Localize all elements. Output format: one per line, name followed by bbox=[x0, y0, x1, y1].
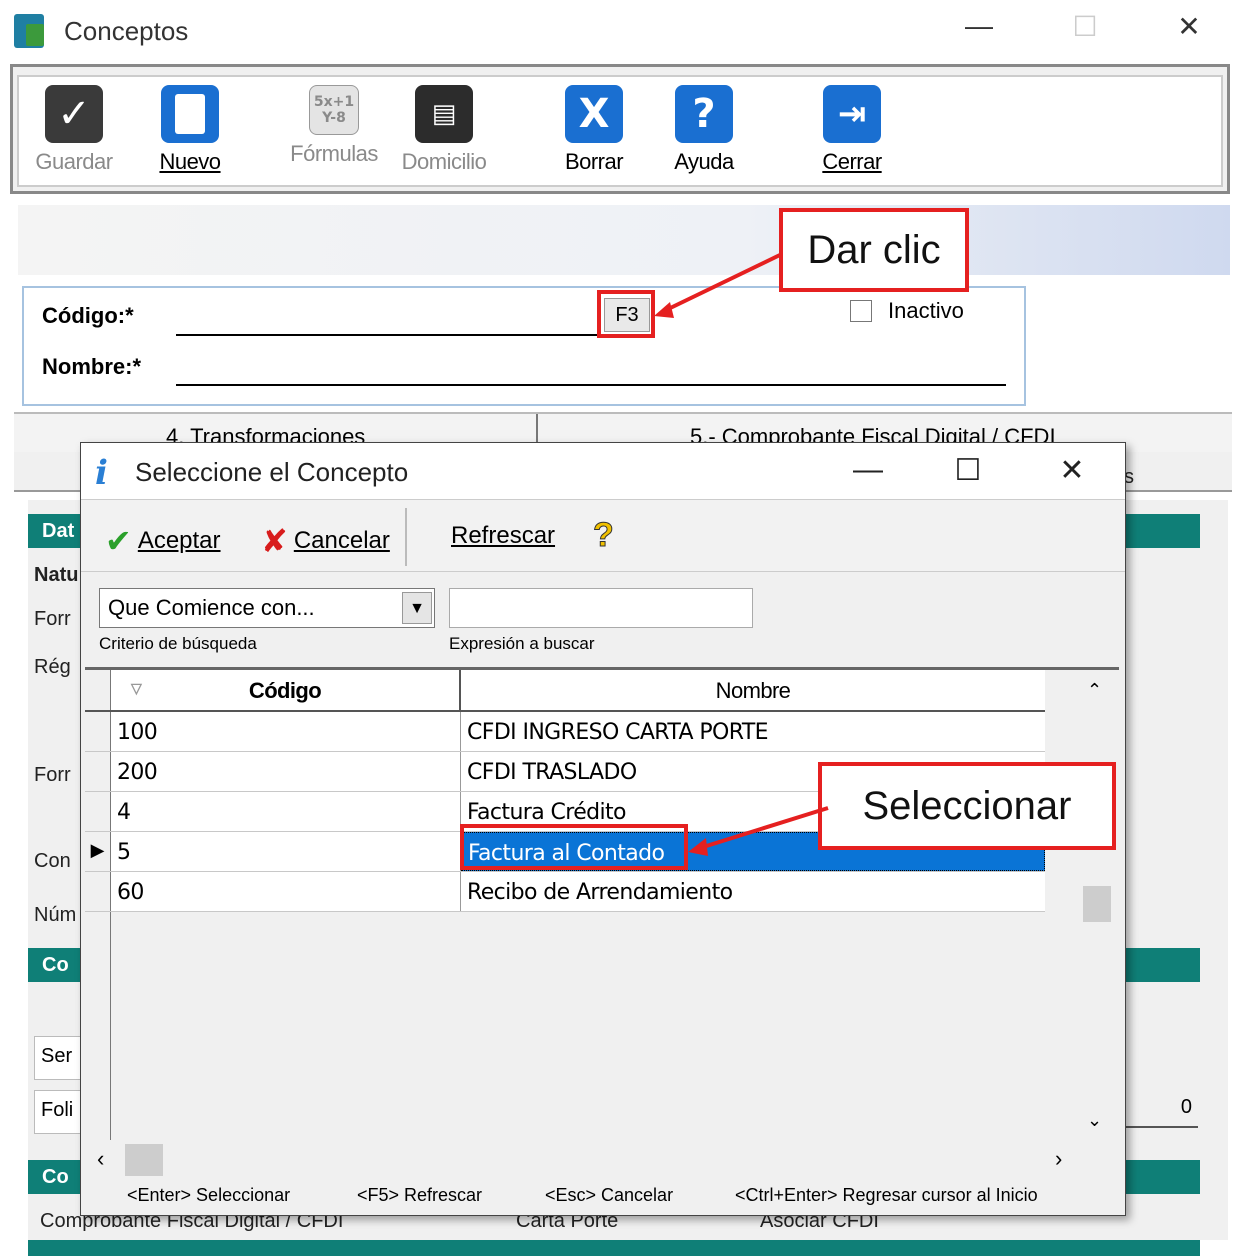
bg-label-form2: Forr bbox=[34, 764, 71, 786]
header-banner bbox=[18, 205, 1230, 275]
status-f5: <F5> Refrescar bbox=[357, 1185, 483, 1205]
scroll-up-icon[interactable]: ⌃ bbox=[1087, 680, 1102, 701]
formula-icon: 5x+1 Y-8 bbox=[309, 85, 359, 135]
dialog-status-bar: <Enter> Seleccionar <F5> Refrescar <Esc>… bbox=[81, 1179, 1125, 1215]
new-document-icon bbox=[161, 85, 219, 143]
concept-form-box bbox=[22, 286, 1026, 406]
scroll-thumb[interactable] bbox=[1083, 886, 1111, 922]
code-input[interactable] bbox=[176, 334, 602, 336]
status-ctrl-enter: <Ctrl+Enter> Regresar cursor al Inicio bbox=[735, 1185, 1038, 1205]
save-button[interactable]: ✓ Guardar bbox=[19, 85, 129, 175]
minimize-button[interactable]: — bbox=[954, 10, 1004, 42]
hscroll-thumb[interactable] bbox=[125, 1144, 163, 1176]
formulas-button[interactable]: 5x+1 Y-8 Fórmulas bbox=[279, 85, 389, 167]
scroll-left-icon[interactable]: ‹ bbox=[97, 1146, 104, 1172]
exit-door-icon: ⇥ bbox=[823, 85, 881, 143]
info-icon: i bbox=[95, 453, 108, 493]
window-title: Conceptos bbox=[64, 16, 189, 46]
help-button[interactable]: ? Ayuda bbox=[649, 85, 759, 175]
click-arrow bbox=[654, 252, 783, 318]
close-button[interactable]: ✕ bbox=[1164, 10, 1214, 43]
app-icon bbox=[14, 14, 44, 48]
selection-highlight bbox=[460, 824, 688, 870]
code-label: Código:* bbox=[42, 303, 134, 328]
new-button[interactable]: Nuevo bbox=[135, 85, 245, 175]
bg-folio-value: 0 bbox=[1126, 1090, 1198, 1128]
delete-button[interactable]: X Borrar bbox=[539, 85, 649, 175]
search-criteria-select[interactable]: Que Comience con... ▼ bbox=[99, 588, 435, 628]
cancel-button[interactable]: ✘ Cancelar bbox=[261, 522, 390, 560]
concepts-grid: ▽ Código Nombre 100 CFDI INGRESO CARTA P… bbox=[85, 667, 1119, 1180]
bg-label-form1: Forr bbox=[34, 608, 71, 630]
checkmark-icon: ✔ bbox=[105, 522, 132, 560]
question-mark-icon: ? bbox=[593, 516, 615, 555]
close-form-button[interactable]: ⇥ Cerrar bbox=[797, 85, 907, 175]
cancel-x-icon: ✘ bbox=[261, 522, 288, 560]
inactive-checkbox[interactable] bbox=[850, 300, 872, 322]
table-row[interactable]: 60 Recibo de Arrendamiento bbox=[85, 872, 1045, 912]
row-pointer-icon: ▶ bbox=[85, 832, 111, 871]
bg-label-natu: Natu bbox=[34, 564, 79, 586]
horizontal-scrollbar[interactable]: ‹ › bbox=[85, 1140, 1085, 1180]
help-icon: ? bbox=[675, 85, 733, 143]
search-expression-input[interactable] bbox=[449, 588, 753, 628]
dialog-toolbar: ✔ Aceptar ✘ Cancelar Refrescar ? bbox=[81, 499, 1125, 571]
dialog-close-button[interactable]: ✕ bbox=[1047, 453, 1097, 488]
main-toolbar: ✓ Guardar Nuevo 5x+1 Y-8 Fórmulas ▤ Domic… bbox=[10, 64, 1230, 194]
dialog-help-button[interactable]: ? bbox=[593, 516, 615, 555]
select-arrow bbox=[688, 806, 829, 856]
vertical-scrollbar[interactable]: ⌃ ⌄ bbox=[1077, 670, 1117, 1140]
grid-header: ▽ Código Nombre bbox=[85, 670, 1045, 712]
dialog-maximize-button[interactable]: ☐ bbox=[943, 453, 993, 488]
name-input[interactable] bbox=[176, 384, 1006, 386]
search-row: Que Comience con... ▼ Criterio de búsque… bbox=[81, 571, 1125, 667]
bg-label-num: Núm bbox=[34, 904, 77, 926]
checkmark-icon: ✓ bbox=[45, 85, 103, 143]
table-row[interactable]: 100 CFDI INGRESO CARTA PORTE bbox=[85, 712, 1045, 752]
criteria-label: Criterio de búsqueda bbox=[99, 634, 257, 653]
chevron-down-icon[interactable]: ▼ bbox=[402, 592, 432, 624]
delete-icon: X bbox=[565, 85, 623, 143]
address-button[interactable]: ▤ Domicilio bbox=[389, 85, 499, 175]
status-enter: <Enter> Seleccionar bbox=[127, 1185, 291, 1205]
bg-label-con: Con bbox=[34, 850, 71, 872]
select-callout: Seleccionar bbox=[818, 762, 1116, 850]
status-esc: <Esc> Cancelar bbox=[545, 1185, 674, 1205]
dialog-title: Seleccione el Concepto bbox=[135, 457, 409, 487]
scroll-down-icon[interactable]: ⌄ bbox=[1087, 1110, 1102, 1131]
accept-button[interactable]: ✔ Aceptar bbox=[105, 522, 221, 560]
expression-label: Expresión a buscar bbox=[449, 634, 595, 653]
dialog-title-bar: i Seleccione el Concepto — ☐ ✕ bbox=[81, 443, 1125, 499]
column-header-code[interactable]: ▽ Código bbox=[111, 670, 461, 710]
dialog-minimize-button[interactable]: — bbox=[843, 453, 893, 487]
address-book-icon: ▤ bbox=[415, 85, 473, 143]
inactive-label: Inactivo bbox=[888, 298, 964, 323]
bg-label-reg: Rég bbox=[34, 656, 71, 678]
maximize-button[interactable]: ☐ bbox=[1060, 10, 1110, 43]
name-label: Nombre:* bbox=[42, 354, 142, 379]
column-header-name[interactable]: Nombre bbox=[461, 670, 1045, 710]
section-header-4 bbox=[28, 1240, 1200, 1256]
refresh-button[interactable]: Refrescar bbox=[451, 522, 555, 550]
scroll-right-icon[interactable]: › bbox=[1055, 1146, 1062, 1172]
click-callout: Dar clic bbox=[779, 208, 969, 292]
sort-icon: ▽ bbox=[131, 680, 142, 696]
main-title-bar: Conceptos — ☐ ✕ bbox=[0, 0, 1235, 64]
